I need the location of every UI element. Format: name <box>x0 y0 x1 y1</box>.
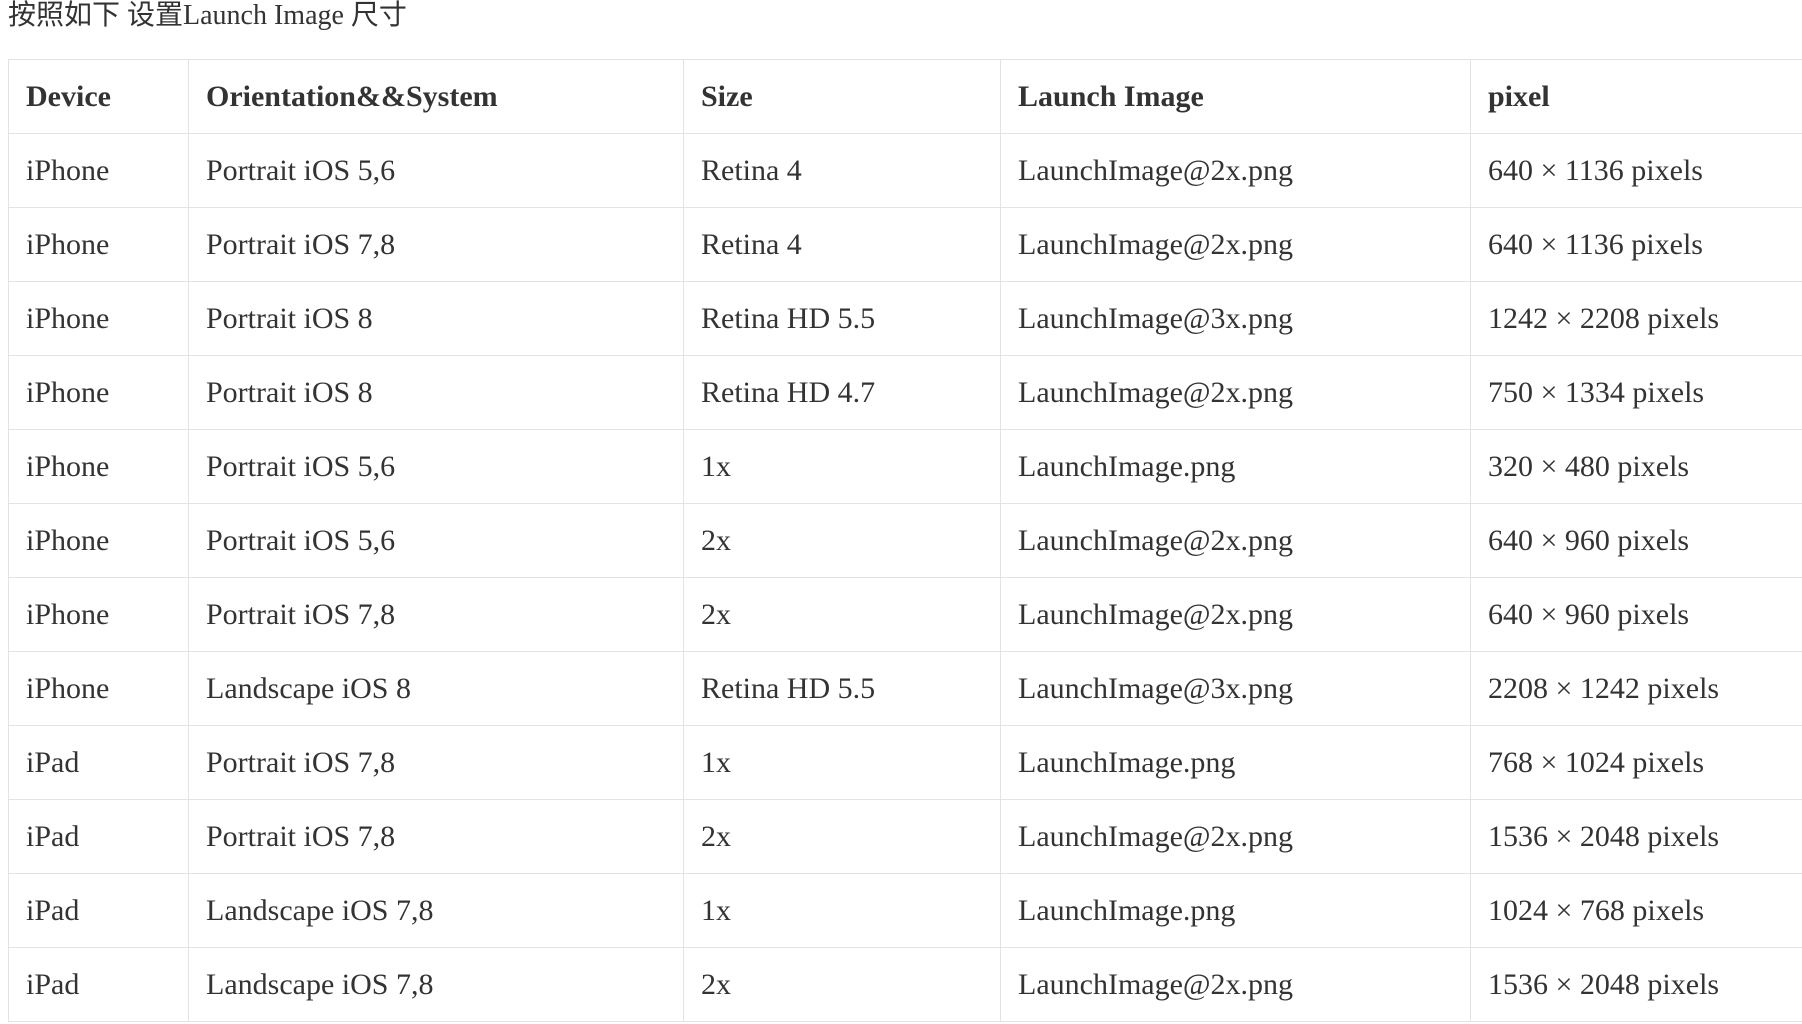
page-title: 按照如下 设置Launch Image 尺寸 <box>8 0 407 31</box>
cell-pixel: 1242 × 2208 pixels <box>1470 281 1802 356</box>
cell-device: iPad <box>8 799 189 874</box>
cell-size: Retina HD 5.5 <box>683 281 1001 356</box>
cell-pixel: 640 × 1136 pixels <box>1470 207 1802 282</box>
cell-launch-image: LaunchImage.png <box>1000 873 1471 948</box>
cell-pixel: 640 × 960 pixels <box>1470 577 1802 652</box>
column-header-pixel: pixel <box>1470 59 1802 134</box>
column-header-orientation-system: Orientation&&System <box>188 59 684 134</box>
cell-orientation-system: Portrait iOS 8 <box>188 281 684 356</box>
cell-orientation-system: Landscape iOS 7,8 <box>188 947 684 1022</box>
table-body: iPhone Portrait iOS 5,6 Retina 4 LaunchI… <box>8 133 1802 1022</box>
cell-device: iPad <box>8 873 189 948</box>
cell-pixel: 1536 × 2048 pixels <box>1470 799 1802 874</box>
cell-pixel: 768 × 1024 pixels <box>1470 725 1802 800</box>
cell-orientation-system: Portrait iOS 5,6 <box>188 133 684 208</box>
column-header-launch-image: Launch Image <box>1000 59 1471 134</box>
cell-device: iPhone <box>8 429 189 504</box>
cell-launch-image: LaunchImage@2x.png <box>1000 577 1471 652</box>
table-row: iPhone Portrait iOS 7,8 Retina 4 LaunchI… <box>8 207 1802 282</box>
cell-pixel: 640 × 1136 pixels <box>1470 133 1802 208</box>
table-row: iPhone Portrait iOS 7,8 2x LaunchImage@2… <box>8 577 1802 652</box>
cell-orientation-system: Portrait iOS 8 <box>188 355 684 430</box>
table-row: iPhone Portrait iOS 8 Retina HD 5.5 Laun… <box>8 281 1802 356</box>
cell-device: iPhone <box>8 281 189 356</box>
cell-pixel: 640 × 960 pixels <box>1470 503 1802 578</box>
cell-size: 2x <box>683 577 1001 652</box>
table-row: iPhone Portrait iOS 5,6 2x LaunchImage@2… <box>8 503 1802 578</box>
table-row: iPhone Portrait iOS 5,6 1x LaunchImage.p… <box>8 429 1802 504</box>
table-row: iPhone Landscape iOS 8 Retina HD 5.5 Lau… <box>8 651 1802 726</box>
cell-size: Retina 4 <box>683 133 1001 208</box>
cell-size: Retina 4 <box>683 207 1001 282</box>
cell-launch-image: LaunchImage@3x.png <box>1000 281 1471 356</box>
cell-orientation-system: Landscape iOS 7,8 <box>188 873 684 948</box>
cell-launch-image: LaunchImage@2x.png <box>1000 947 1471 1022</box>
cell-launch-image: LaunchImage@3x.png <box>1000 651 1471 726</box>
cell-size: 1x <box>683 429 1001 504</box>
cell-size: 1x <box>683 725 1001 800</box>
table-row: iPad Landscape iOS 7,8 1x LaunchImage.pn… <box>8 873 1802 948</box>
cell-orientation-system: Portrait iOS 7,8 <box>188 799 684 874</box>
table-row: iPad Landscape iOS 7,8 2x LaunchImage@2x… <box>8 947 1802 1022</box>
cell-device: iPhone <box>8 133 189 208</box>
table-row: iPhone Portrait iOS 5,6 Retina 4 LaunchI… <box>8 133 1802 208</box>
cell-launch-image: LaunchImage@2x.png <box>1000 133 1471 208</box>
cell-orientation-system: Portrait iOS 7,8 <box>188 577 684 652</box>
cell-device: iPhone <box>8 651 189 726</box>
cell-orientation-system: Portrait iOS 5,6 <box>188 429 684 504</box>
cell-launch-image: LaunchImage.png <box>1000 429 1471 504</box>
cell-size: Retina HD 5.5 <box>683 651 1001 726</box>
cell-launch-image: LaunchImage@2x.png <box>1000 799 1471 874</box>
table-row: iPad Portrait iOS 7,8 1x LaunchImage.png… <box>8 725 1802 800</box>
table-row: iPhone Portrait iOS 8 Retina HD 4.7 Laun… <box>8 355 1802 430</box>
cell-pixel: 750 × 1334 pixels <box>1470 355 1802 430</box>
header-row: Device Orientation&&System Size Launch I… <box>8 59 1802 134</box>
cell-device: iPad <box>8 947 189 1022</box>
cell-pixel: 320 × 480 pixels <box>1470 429 1802 504</box>
column-header-size: Size <box>683 59 1001 134</box>
column-header-device: Device <box>8 59 189 134</box>
launch-image-table: Device Orientation&&System Size Launch I… <box>8 59 1802 1022</box>
cell-launch-image: LaunchImage@2x.png <box>1000 355 1471 430</box>
cell-orientation-system: Portrait iOS 5,6 <box>188 503 684 578</box>
cell-device: iPad <box>8 725 189 800</box>
cell-size: 2x <box>683 503 1001 578</box>
cell-device: iPhone <box>8 577 189 652</box>
cell-size: 1x <box>683 873 1001 948</box>
cell-size: Retina HD 4.7 <box>683 355 1001 430</box>
cell-pixel: 2208 × 1242 pixels <box>1470 651 1802 726</box>
cell-orientation-system: Portrait iOS 7,8 <box>188 207 684 282</box>
cell-size: 2x <box>683 799 1001 874</box>
cell-device: iPhone <box>8 207 189 282</box>
cell-pixel: 1536 × 2048 pixels <box>1470 947 1802 1022</box>
cell-launch-image: LaunchImage@2x.png <box>1000 503 1471 578</box>
cell-pixel: 1024 × 768 pixels <box>1470 873 1802 948</box>
cell-size: 2x <box>683 947 1001 1022</box>
table-row: iPad Portrait iOS 7,8 2x LaunchImage@2x.… <box>8 799 1802 874</box>
cell-device: iPhone <box>8 355 189 430</box>
cell-orientation-system: Landscape iOS 8 <box>188 651 684 726</box>
cell-launch-image: LaunchImage.png <box>1000 725 1471 800</box>
cell-device: iPhone <box>8 503 189 578</box>
table-header: Device Orientation&&System Size Launch I… <box>8 59 1802 134</box>
cell-launch-image: LaunchImage@2x.png <box>1000 207 1471 282</box>
cell-orientation-system: Portrait iOS 7,8 <box>188 725 684 800</box>
